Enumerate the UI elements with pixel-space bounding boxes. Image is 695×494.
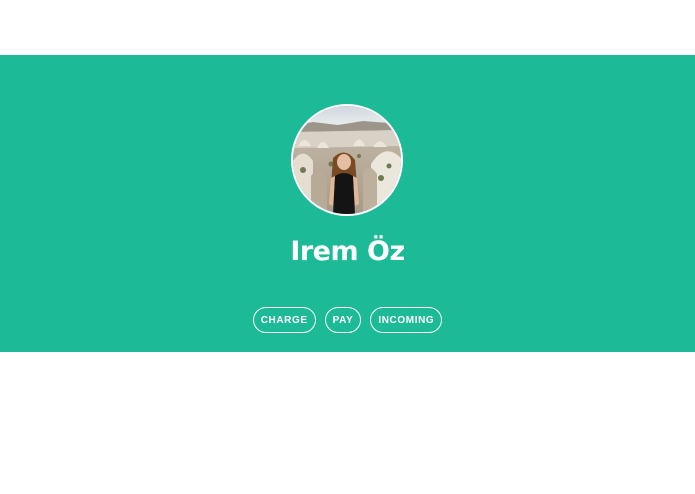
pay-button[interactable]: PAY — [324, 307, 362, 333]
profile-name: Irem Öz — [290, 236, 405, 267]
avatar[interactable] — [291, 104, 403, 216]
top-whitespace — [0, 0, 695, 55]
action-buttons: CHARGE PAY INCOMING — [0, 307, 695, 333]
charge-button[interactable]: CHARGE — [252, 307, 316, 333]
incoming-button[interactable]: INCOMING — [370, 307, 443, 333]
avatar-photo — [293, 106, 401, 214]
content-area — [0, 352, 695, 494]
profile-header: Irem Öz CHARGE PAY INCOMING — [0, 55, 695, 352]
